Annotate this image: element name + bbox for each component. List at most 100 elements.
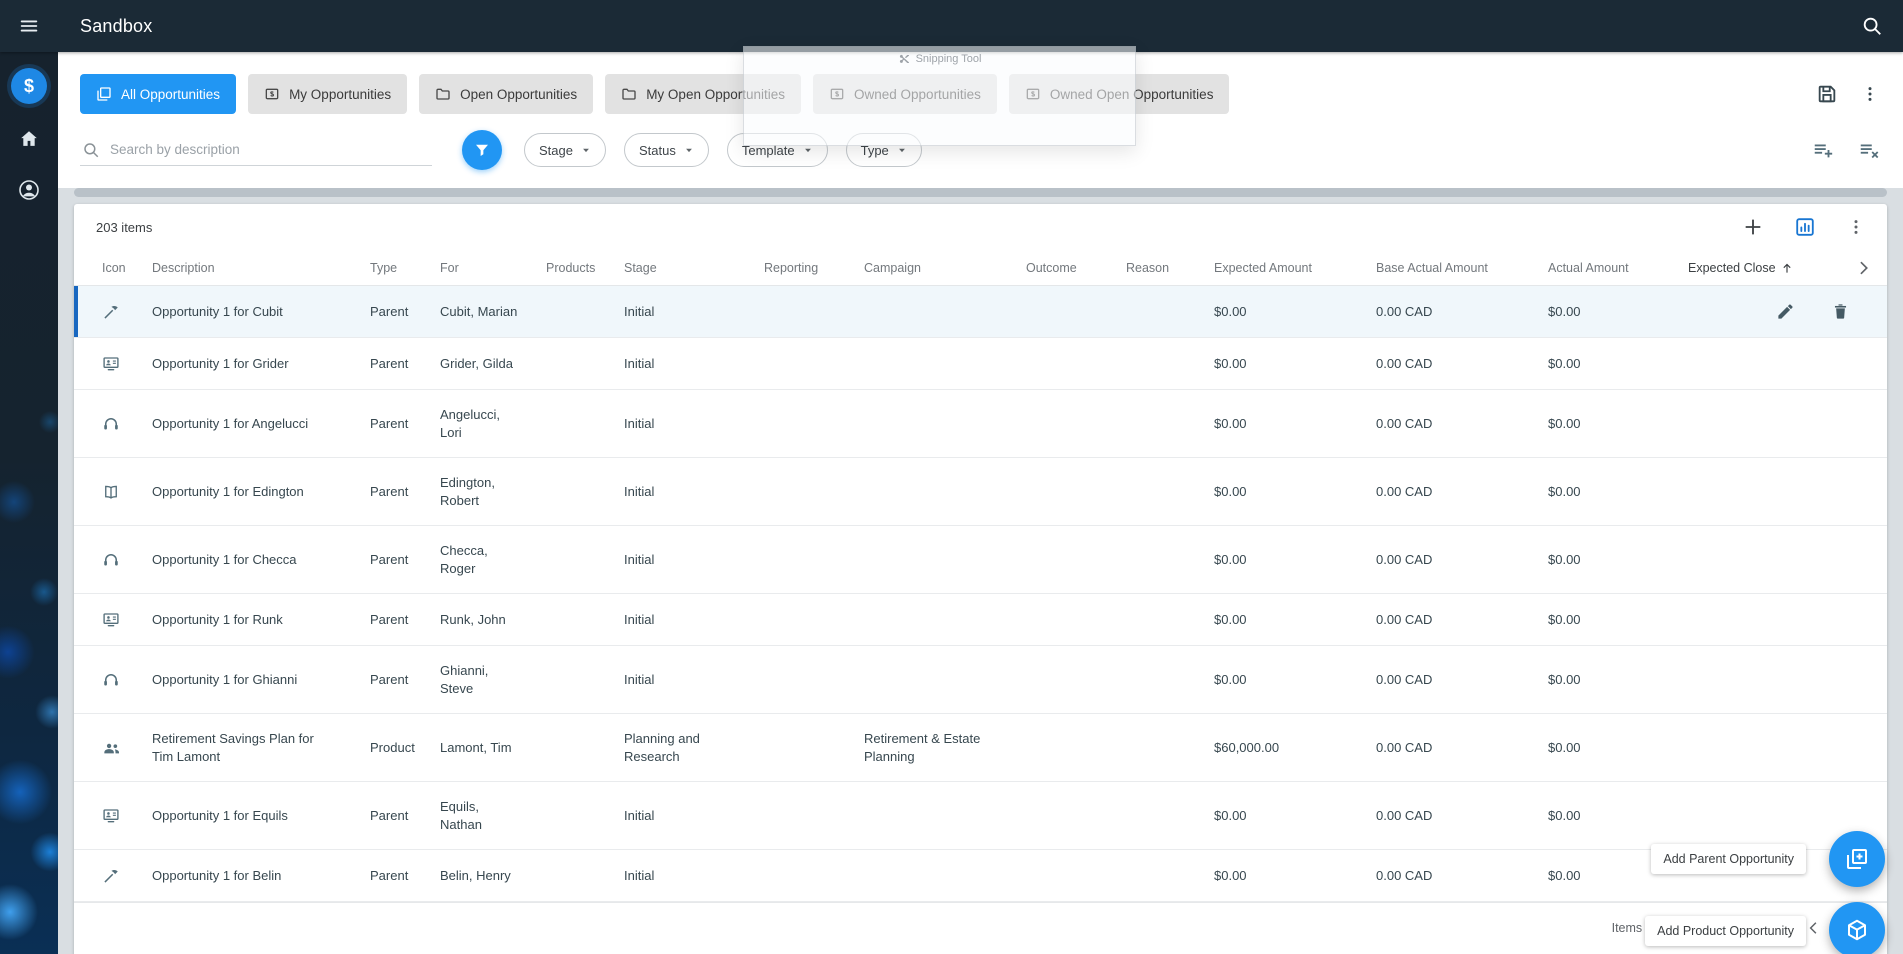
template-filter-dropdown[interactable]: Template — [726, 133, 828, 167]
column-header-stage[interactable]: Stage — [624, 261, 764, 275]
table-paginator: Items per page — [74, 902, 1887, 954]
cell-actual-amount: $0.00 — [1548, 355, 1581, 371]
status-filter-dropdown[interactable]: Status — [623, 133, 709, 167]
dropdown-label: Status — [638, 142, 676, 158]
cell-base-actual-amount: 0.00 CAD — [1376, 355, 1433, 371]
add-parent-opportunity-fab[interactable] — [1829, 831, 1885, 887]
table-row[interactable]: Opportunity 1 for Runk Parent Runk, John… — [74, 594, 1887, 646]
cell-expected-amount: $0.00 — [1214, 807, 1247, 823]
column-header-expected-close[interactable]: Expected Close — [1688, 261, 1839, 275]
cell-expected-amount: $60,000.00 — [1214, 739, 1280, 755]
previous-page-button[interactable] — [1805, 919, 1823, 937]
add-copy-icon — [1847, 849, 1867, 869]
search-field[interactable] — [80, 135, 432, 166]
horizontal-scrollbar[interactable] — [74, 188, 1887, 197]
save-view-button[interactable] — [1813, 80, 1841, 108]
card-more-button[interactable] — [1843, 214, 1869, 240]
cell-for: Checca, Roger — [440, 542, 488, 576]
stage-filter-dropdown[interactable]: Stage — [524, 133, 606, 167]
cell-type: Parent — [370, 807, 409, 823]
cell-expected-amount: $0.00 — [1214, 415, 1247, 431]
monitor-icon — [74, 355, 152, 373]
search-icon[interactable] — [1861, 15, 1883, 37]
table-row[interactable]: Opportunity 1 for Cubit Parent Cubit, Ma… — [74, 286, 1887, 338]
table-row[interactable]: Opportunity 1 for Grider Parent Grider, … — [74, 338, 1887, 390]
edit-row-button[interactable] — [1773, 299, 1798, 324]
cell-actual-amount: $0.00 — [1548, 671, 1581, 687]
table-row[interactable]: Opportunity 1 for Equils Parent Equils, … — [74, 782, 1887, 850]
table-row[interactable]: Opportunity 1 for Belin Parent Belin, He… — [74, 850, 1887, 902]
column-header-reporting[interactable]: Reporting — [764, 261, 864, 275]
table-row[interactable]: Opportunity 1 for Checca Parent Checca, … — [74, 526, 1887, 594]
cell-base-actual-amount: 0.00 CAD — [1376, 739, 1433, 755]
column-header-campaign[interactable]: Campaign — [864, 261, 1026, 275]
view-chip-owned-opportunities[interactable]: Owned Opportunities — [813, 74, 997, 114]
sidebar-item-opportunities[interactable]: $ — [11, 68, 47, 104]
opportunity-icon — [829, 86, 845, 102]
monitor-icon — [74, 611, 152, 629]
chip-label: My Opportunities — [289, 86, 392, 102]
table-row[interactable]: Retirement Savings Plan for Tim Lamont P… — [74, 714, 1887, 782]
column-header-description[interactable]: Description — [152, 261, 370, 275]
chevron-left-icon — [1809, 922, 1817, 934]
view-chip-all-opportunities[interactable]: All Opportunities — [80, 74, 237, 114]
column-header-actual-amount[interactable]: Actual Amount — [1548, 261, 1688, 275]
cell-description: Opportunity 1 for Belin — [152, 867, 282, 883]
delete-row-button[interactable] — [1828, 299, 1853, 324]
view-chip-my-opportunities[interactable]: My Opportunities — [248, 74, 408, 114]
column-header-type[interactable]: Type — [370, 261, 440, 275]
add-button[interactable] — [1739, 213, 1767, 241]
table-row[interactable]: Opportunity 1 for Edington Parent Edingt… — [74, 458, 1887, 526]
cell-actual-amount: $0.00 — [1548, 551, 1581, 567]
cell-stage: Initial — [624, 551, 655, 567]
cell-description: Opportunity 1 for Equils — [152, 807, 288, 823]
cell-for: Angelucci, Lori — [440, 406, 500, 440]
cell-for: Edington, Robert — [440, 474, 495, 508]
toolbar-more-button[interactable] — [1857, 81, 1883, 107]
column-header-outcome[interactable]: Outcome — [1026, 261, 1126, 275]
cell-for: Lamont, Tim — [440, 739, 512, 755]
table-row[interactable]: Opportunity 1 for Angelucci Parent Angel… — [74, 390, 1887, 458]
type-filter-dropdown[interactable]: Type — [845, 133, 922, 167]
cell-stage: Planning and Research — [624, 730, 700, 764]
chip-label: Open Opportunities — [460, 86, 578, 102]
view-chip-my-open-opportunities[interactable]: My Open Opportunities — [605, 74, 802, 114]
column-header-icon[interactable]: Icon — [74, 261, 152, 275]
view-chip-owned-open-opportunities[interactable]: Owned Open Opportunities — [1008, 74, 1230, 114]
copy-icon — [96, 86, 112, 102]
sidebar-item-home[interactable] — [14, 124, 44, 154]
sidebar-item-account[interactable] — [13, 174, 45, 206]
playlist-add-button[interactable] — [1809, 136, 1837, 164]
column-header-products[interactable]: Products — [546, 261, 624, 275]
filter-row: Stage Status Template Type — [80, 130, 1883, 170]
chart-view-button[interactable] — [1791, 213, 1819, 241]
playlist-remove-icon — [1860, 144, 1879, 159]
cell-actual-amount: $0.00 — [1548, 611, 1581, 627]
column-header-expected-amount[interactable]: Expected Amount — [1214, 261, 1376, 275]
cell-expected-amount: $0.00 — [1214, 551, 1247, 567]
cell-for: Ghianni, Steve — [440, 662, 489, 696]
construction-icon — [74, 867, 152, 885]
cell-description: Opportunity 1 for Checca — [152, 551, 297, 567]
view-chip-open-opportunities[interactable]: Open Opportunities — [419, 74, 594, 114]
scroll-columns-right-button[interactable] — [1853, 258, 1873, 278]
cell-stage: Initial — [624, 355, 655, 371]
playlist-remove-button[interactable] — [1855, 136, 1883, 164]
column-header-reason[interactable]: Reason — [1126, 261, 1214, 275]
cell-type: Parent — [370, 867, 409, 883]
add-product-opportunity-fab[interactable] — [1829, 902, 1885, 954]
cell-type: Parent — [370, 551, 409, 567]
cell-description: Opportunity 1 for Angelucci — [152, 415, 309, 431]
cell-campaign: Retirement & Estate Planning — [864, 730, 981, 764]
table-row[interactable]: Opportunity 1 for Ghianni Parent Ghianni… — [74, 646, 1887, 714]
cell-expected-amount: $0.00 — [1214, 867, 1247, 883]
filter-button[interactable] — [462, 130, 502, 170]
cell-actual-amount: $0.00 — [1548, 739, 1581, 755]
hamburger-menu-icon[interactable] — [0, 15, 58, 37]
cell-for: Cubit, Marian — [440, 303, 518, 319]
search-input[interactable] — [110, 142, 430, 157]
column-header-base-actual-amount[interactable]: Base Actual Amount — [1376, 261, 1548, 275]
headset-icon — [74, 415, 152, 433]
chevron-down-icon — [897, 145, 907, 155]
column-header-for[interactable]: For — [440, 261, 546, 275]
